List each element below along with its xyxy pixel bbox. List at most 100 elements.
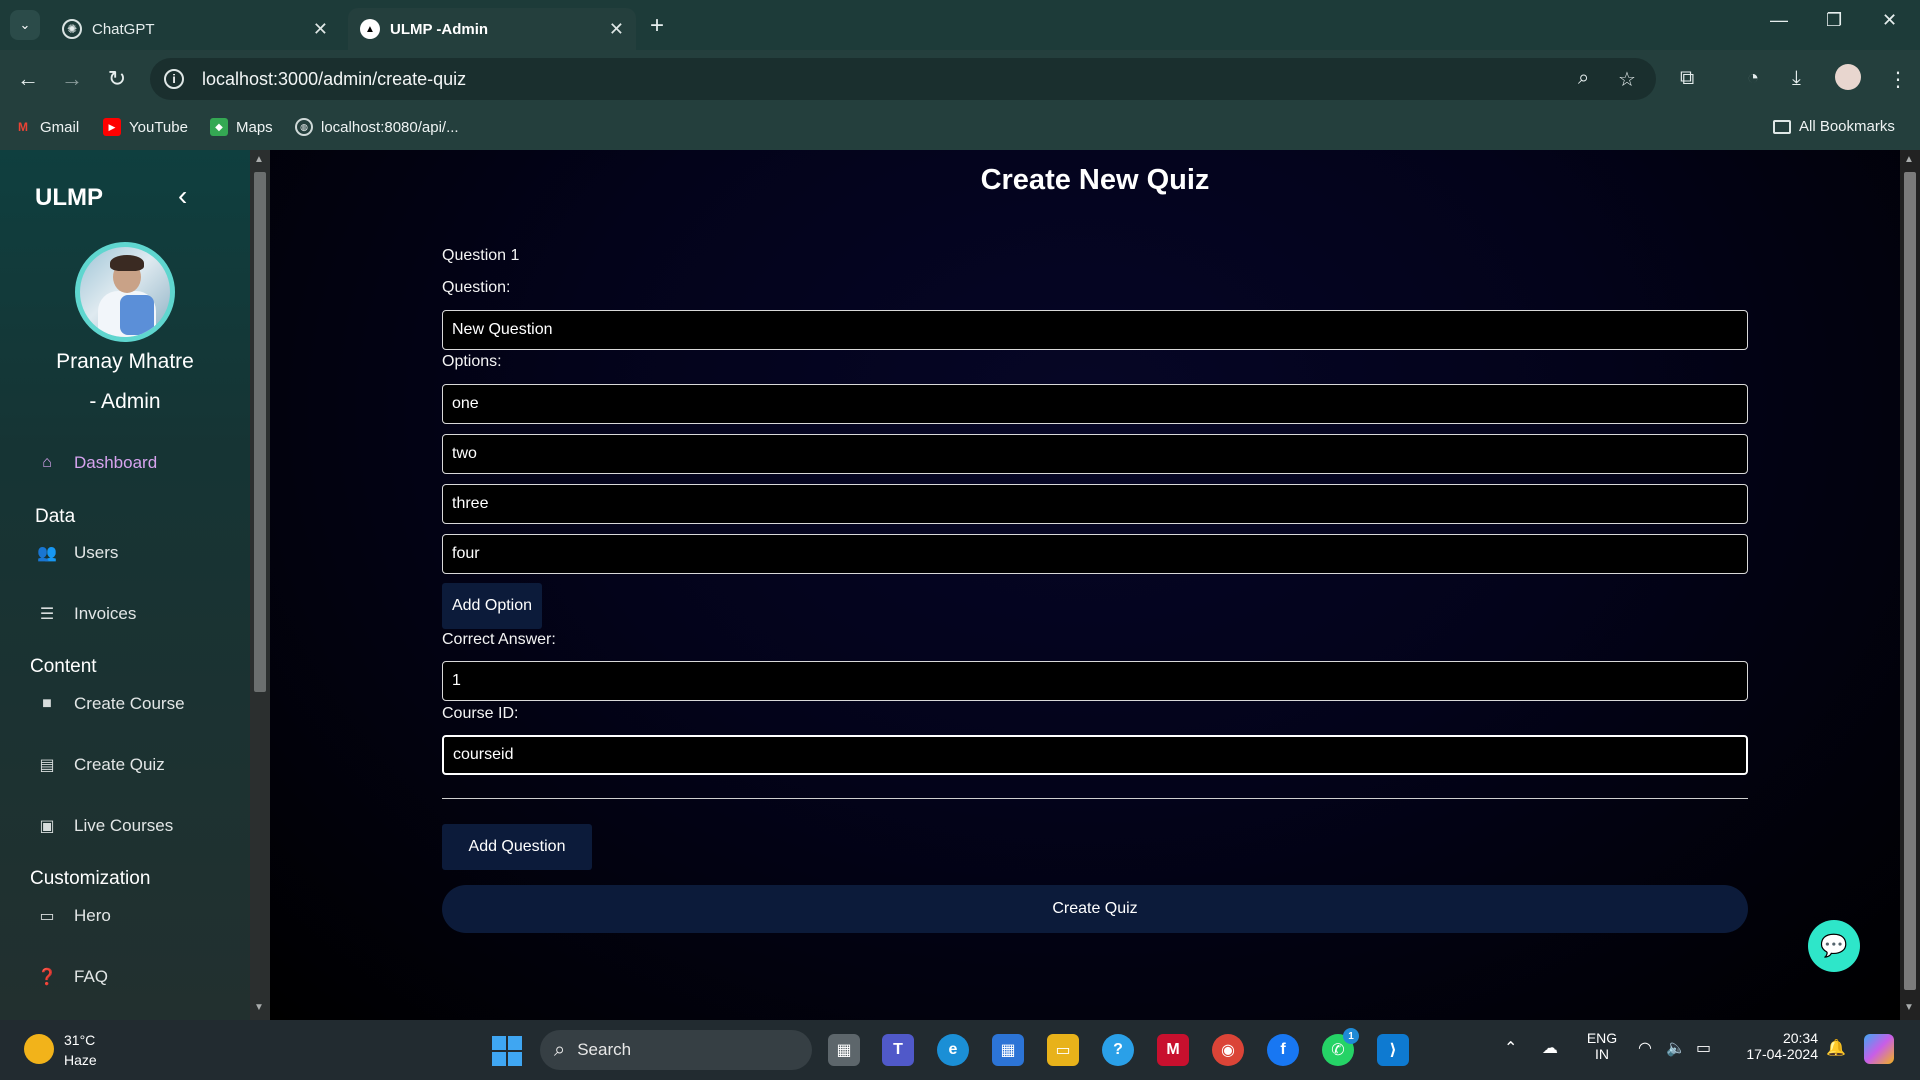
tab-ulmp-admin[interactable]: ▲ ULMP -Admin ✕	[348, 8, 636, 50]
user-role: - Admin	[89, 390, 161, 413]
language-indicator[interactable]: ENG IN	[1586, 1030, 1618, 1062]
notification-bell-icon[interactable]: 🔔	[1826, 1038, 1846, 1058]
forward-arrow-icon[interactable]: →	[57, 64, 87, 94]
copilot-icon[interactable]	[1864, 1034, 1894, 1064]
weather-description[interactable]: Haze	[64, 1052, 97, 1068]
scroll-up-arrow-icon[interactable]: ▲	[254, 154, 264, 165]
section-data: Data	[35, 506, 76, 527]
help-icon[interactable]: ?	[1102, 1034, 1134, 1066]
scroll-down-arrow-icon[interactable]: ▼	[1904, 1002, 1914, 1013]
facebook-icon[interactable]: f	[1267, 1034, 1299, 1066]
sidebar-item-label: Users	[74, 543, 119, 562]
new-tab-plus-icon[interactable]: +	[650, 12, 664, 40]
performance-icon[interactable]: ◔	[1747, 67, 1759, 90]
sidebar-item-live-courses[interactable]: ▣ Live Courses	[36, 815, 173, 837]
taskbar-search[interactable]: ⌕ Search	[540, 1030, 812, 1070]
option-input-2[interactable]	[442, 434, 1748, 474]
scrollbar-thumb[interactable]	[1904, 172, 1916, 990]
lang-line-1: ENG	[1586, 1030, 1618, 1046]
all-bookmarks[interactable]: All Bookmarks	[1773, 118, 1895, 135]
browser-tab-strip: ⌄ ✺ ChatGPT ✕ ▲ ULMP -Admin ✕ + — ❐ ✕	[0, 0, 1920, 50]
download-icon[interactable]: ⤓	[1792, 67, 1801, 90]
zoom-magnifier-icon[interactable]: ⌕	[1578, 67, 1589, 90]
create-quiz-page: Create New Quiz Question 1 Question: Opt…	[270, 150, 1900, 1020]
page-title: Create New Quiz	[980, 164, 1210, 196]
create-quiz-button[interactable]: Create Quiz	[442, 885, 1748, 933]
tab-search-button[interactable]: ⌄	[10, 10, 40, 40]
clock-time: 20:34	[1782, 1030, 1818, 1046]
section-content: Content	[30, 656, 97, 677]
bookmark-localhost-api[interactable]: ◍ localhost:8080/api/...	[295, 118, 459, 136]
bookmark-gmail[interactable]: M Gmail	[14, 118, 79, 136]
chat-bubble-icon[interactable]: 💬	[1808, 920, 1860, 972]
chatgpt-favicon-icon: ✺	[62, 19, 82, 39]
option-input-3[interactable]	[442, 484, 1748, 524]
admin-sidebar: ULMP ‹ Pranay Mhatre - Admin ⌂ Dashboard…	[0, 150, 250, 1020]
url-text[interactable]: localhost:3000/admin/create-quiz	[202, 69, 466, 90]
system-clock[interactable]: 20:34 17-04-2024	[1738, 1030, 1818, 1062]
sidebar-item-label: Hero	[74, 906, 111, 925]
bookmark-label: YouTube	[129, 118, 188, 136]
close-tab-icon[interactable]: ✕	[609, 19, 624, 40]
kebab-menu-icon[interactable]: ⋮	[1888, 67, 1908, 92]
bookmark-star-icon[interactable]: ☆	[1618, 67, 1636, 92]
add-option-button[interactable]: Add Option	[442, 583, 542, 629]
mcafee-icon[interactable]: M	[1157, 1034, 1189, 1066]
option-input-4[interactable]	[442, 534, 1748, 574]
onedrive-cloud-icon[interactable]: ☁	[1542, 1038, 1558, 1058]
battery-icon[interactable]: ▭	[1696, 1038, 1711, 1058]
question-input[interactable]	[442, 310, 1748, 350]
chrome-icon[interactable]: ◉	[1212, 1034, 1244, 1066]
chevron-left-icon[interactable]: ‹	[178, 180, 187, 212]
close-window-icon[interactable]: ✕	[1882, 10, 1897, 31]
sidebar-item-dashboard[interactable]: ⌂ Dashboard	[36, 452, 157, 474]
sidebar-item-faq[interactable]: ❓ FAQ	[36, 966, 108, 988]
close-tab-icon[interactable]: ✕	[313, 19, 328, 40]
bookmark-youtube[interactable]: ▶ YouTube	[103, 118, 188, 136]
sidebar-item-invoices[interactable]: ☰ Invoices	[36, 603, 137, 625]
minimize-icon[interactable]: —	[1770, 10, 1788, 31]
sidebar-item-hero[interactable]: ▭ Hero	[36, 905, 111, 927]
profile-avatar-icon[interactable]	[1835, 64, 1861, 90]
address-bar[interactable]: i localhost:3000/admin/create-quiz ⌕ ☆	[150, 58, 1656, 100]
chevron-up-icon[interactable]: ⌃	[1504, 1038, 1517, 1058]
teams-icon[interactable]: T	[882, 1034, 914, 1066]
avatar	[75, 242, 175, 342]
back-arrow-icon[interactable]: ←	[13, 64, 43, 94]
scrollbar-thumb[interactable]	[254, 172, 266, 692]
sidebar-item-users[interactable]: 👥 Users	[36, 542, 118, 564]
correct-answer-input[interactable]	[442, 661, 1748, 701]
reload-icon[interactable]: ↻	[102, 64, 132, 94]
vscode-icon[interactable]: ⟩	[1377, 1034, 1409, 1066]
maps-icon: ◆	[210, 118, 228, 136]
bookmark-maps[interactable]: ◆ Maps	[210, 118, 273, 136]
windows-start-icon[interactable]	[492, 1036, 522, 1066]
weather-temperature[interactable]: 31°C	[64, 1032, 95, 1048]
sidebar-item-create-course[interactable]: ■ Create Course	[36, 693, 184, 715]
wifi-icon[interactable]: ◠	[1638, 1038, 1652, 1058]
sidebar-scrollbar[interactable]: ▲ ▼	[250, 150, 270, 1020]
scroll-up-arrow-icon[interactable]: ▲	[1904, 154, 1914, 165]
edge-icon[interactable]: e	[937, 1034, 969, 1066]
task-view-icon[interactable]: ▦	[828, 1034, 860, 1066]
add-question-button[interactable]: Add Question	[442, 824, 592, 870]
tab-chatgpt[interactable]: ✺ ChatGPT ✕	[50, 8, 340, 50]
course-id-label: Course ID:	[442, 705, 519, 722]
volume-icon[interactable]: 🔈	[1666, 1038, 1686, 1058]
extensions-puzzle-icon[interactable]: ⧉	[1680, 67, 1694, 90]
microsoft-store-icon[interactable]: ▦	[992, 1034, 1024, 1066]
sidebar-item-create-quiz[interactable]: ▤ Create Quiz	[36, 754, 164, 776]
lang-line-2: IN	[1595, 1046, 1609, 1062]
restore-icon[interactable]: ❐	[1826, 10, 1842, 31]
main-scrollbar[interactable]: ▲ ▼	[1900, 150, 1920, 1020]
site-info-icon[interactable]: i	[164, 69, 184, 89]
scroll-down-arrow-icon[interactable]: ▼	[254, 1002, 264, 1013]
sidebar-item-label: Live Courses	[74, 816, 174, 835]
file-explorer-icon[interactable]: ▭	[1047, 1034, 1079, 1066]
video-camera-icon: ■	[42, 695, 52, 712]
course-id-input[interactable]	[442, 735, 1748, 775]
triangle-favicon-icon: ▲	[360, 19, 380, 39]
sidebar-brand: ULMP	[35, 184, 103, 211]
weather-haze-icon[interactable]	[24, 1034, 54, 1064]
option-input-1[interactable]	[442, 384, 1748, 424]
